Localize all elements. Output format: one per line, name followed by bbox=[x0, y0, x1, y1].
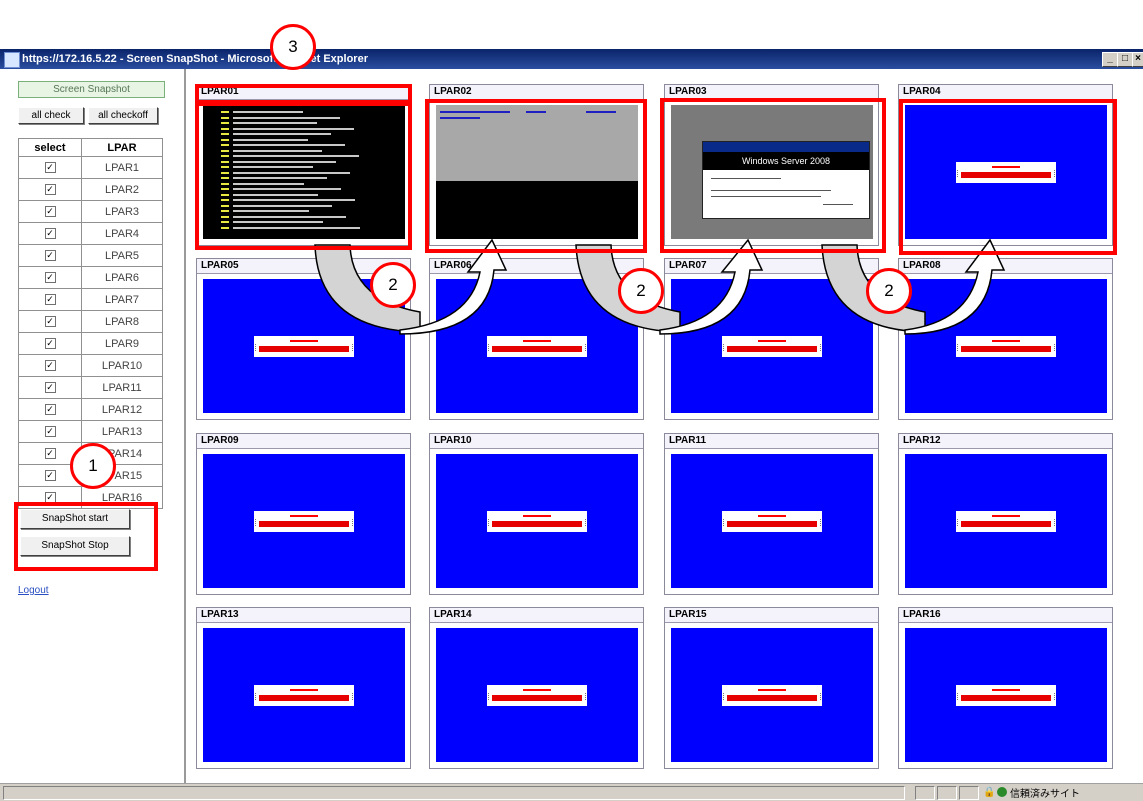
status-cell bbox=[937, 786, 957, 800]
security-zone-label: 信頼済みサイト bbox=[1010, 789, 1080, 800]
callout-2a: 2 bbox=[370, 262, 416, 308]
callout-1: 1 bbox=[70, 443, 116, 489]
status-main-cell bbox=[3, 786, 905, 800]
callout-2c: 2 bbox=[866, 268, 912, 314]
callout-2b: 2 bbox=[618, 268, 664, 314]
highlight-lpar01-screen bbox=[195, 102, 412, 250]
status-bar: 🔒 信頼済みサイト bbox=[0, 783, 1143, 801]
status-cell bbox=[959, 786, 979, 800]
status-cell bbox=[915, 786, 935, 800]
highlight-lpar03-screen bbox=[660, 98, 886, 253]
lock-icon: 🔒 bbox=[983, 787, 996, 798]
highlight-lpar02-screen bbox=[425, 99, 647, 253]
highlight-lpar01-header bbox=[195, 84, 412, 104]
callout-3: 3 bbox=[270, 24, 316, 70]
highlight-snapshot-buttons bbox=[14, 502, 158, 571]
highlight-lpar04-screen bbox=[899, 99, 1117, 255]
trusted-zone-icon bbox=[997, 787, 1007, 797]
